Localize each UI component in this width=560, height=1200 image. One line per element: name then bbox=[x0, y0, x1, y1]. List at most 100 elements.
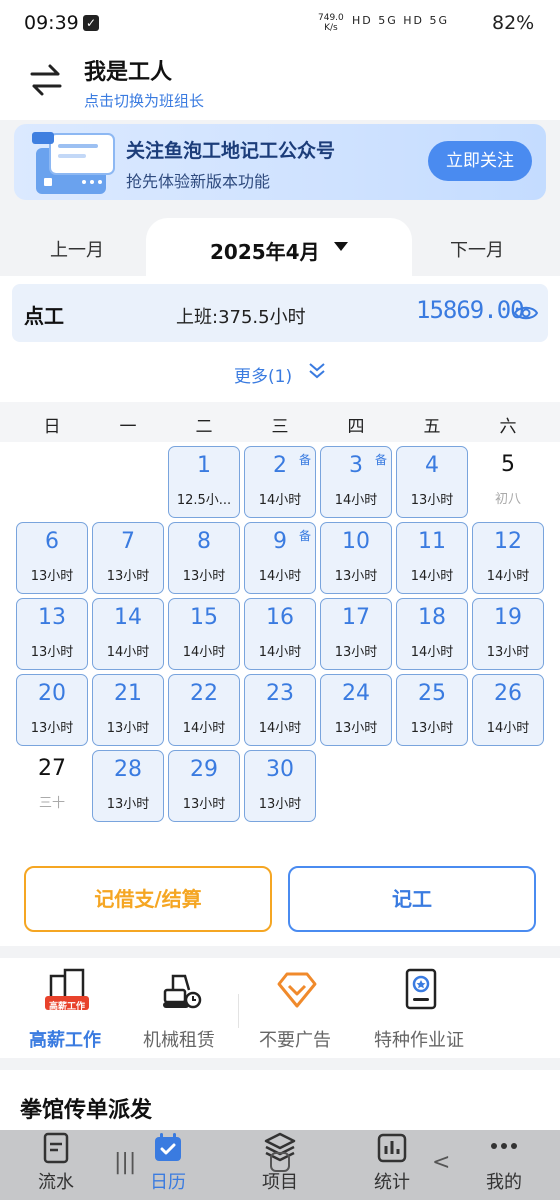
calendar-day-28[interactable]: 28 13小时 bbox=[92, 750, 164, 822]
calendar-day-3[interactable]: 3 14小时备 bbox=[320, 446, 392, 518]
day-hours: 13小时 bbox=[182, 569, 226, 584]
service-no-ads[interactable]: 不要广告 bbox=[230, 958, 360, 1058]
eye-icon[interactable] bbox=[514, 304, 538, 322]
system-back-icon[interactable]: < bbox=[432, 1150, 450, 1175]
calendar-day-12[interactable]: 12 14小时 bbox=[472, 522, 544, 594]
calendar-day-6[interactable]: 6 13小时 bbox=[16, 522, 88, 594]
job-listing[interactable]: 拳馆传单派发 bbox=[0, 1070, 560, 1130]
calendar-day-5[interactable]: 5 初八 bbox=[472, 446, 544, 518]
calendar-day-8[interactable]: 8 13小时 bbox=[168, 522, 240, 594]
summary-card[interactable]: 点工 上班:375.5小时 15869.00 bbox=[12, 284, 548, 342]
day-number: 28 bbox=[114, 757, 142, 782]
service-high-pay-jobs[interactable]: 高薪工作 高薪工作 bbox=[0, 958, 130, 1058]
day-hours: 13小时 bbox=[486, 645, 530, 660]
swap-role-icon[interactable] bbox=[26, 60, 66, 100]
day-number: 21 bbox=[114, 681, 142, 706]
calendar-day-27[interactable]: 27 三十 bbox=[16, 750, 88, 822]
day-hours: 13小时 bbox=[334, 569, 378, 584]
calendar-day-25[interactable]: 25 13小时 bbox=[396, 674, 468, 746]
app-header: 我是工人 点击切换为班组长 bbox=[0, 48, 560, 120]
note-badge: 备 bbox=[374, 453, 387, 467]
service-label: 机械租赁 bbox=[143, 1030, 215, 1051]
system-recents-icon[interactable]: ||| bbox=[114, 1150, 136, 1175]
system-home-icon[interactable] bbox=[270, 1152, 290, 1172]
calendar-day-22[interactable]: 22 14小时 bbox=[168, 674, 240, 746]
calendar-day-17[interactable]: 17 13小时 bbox=[320, 598, 392, 670]
day-hours: 14小时 bbox=[182, 645, 226, 660]
next-month-button[interactable]: 下一月 bbox=[450, 236, 504, 262]
status-bar: 09:39 ✓ 749.0 K/s HD 5G HD 5G 82% bbox=[0, 0, 560, 48]
calendar-day-11[interactable]: 11 14小时 bbox=[396, 522, 468, 594]
calendar-day-10[interactable]: 10 13小时 bbox=[320, 522, 392, 594]
follow-banner[interactable]: 关注鱼泡工地记工公众号 抢先体验新版本功能 立即关注 bbox=[14, 124, 546, 200]
calendar-day-15[interactable]: 15 14小时 bbox=[168, 598, 240, 670]
page-title: 我是工人 bbox=[84, 60, 173, 85]
day-number: 15 bbox=[190, 605, 218, 630]
work-type-label: 点工 bbox=[24, 304, 64, 328]
calendar-day-1[interactable]: 1 12.5小... bbox=[168, 446, 240, 518]
calendar-day-20[interactable]: 20 13小时 bbox=[16, 674, 88, 746]
day-number: 20 bbox=[38, 681, 66, 706]
day-number: 5 bbox=[501, 452, 515, 477]
day-number: 25 bbox=[418, 681, 446, 706]
day-number: 16 bbox=[266, 605, 294, 630]
nav-mine[interactable]: 我的 bbox=[448, 1130, 560, 1200]
current-month-tab[interactable]: 2025年4月 bbox=[146, 218, 412, 278]
service-label: 高薪工作 bbox=[29, 1030, 101, 1051]
calendar-day-14[interactable]: 14 14小时 bbox=[92, 598, 164, 670]
services-row: 高薪工作 高薪工作 机械租赁 不要广告 特种作业证 bbox=[0, 958, 560, 1058]
service-special-certificate[interactable]: 特种作业证 bbox=[354, 958, 484, 1058]
nav-ledger[interactable]: 流水 bbox=[0, 1130, 112, 1200]
calendar-icon bbox=[155, 1133, 181, 1161]
calendar-day-18[interactable]: 18 14小时 bbox=[396, 598, 468, 670]
calendar-day-9[interactable]: 9 14小时备 bbox=[244, 522, 316, 594]
calendar-day-16[interactable]: 16 14小时 bbox=[244, 598, 316, 670]
day-number: 11 bbox=[418, 529, 446, 554]
day-number: 17 bbox=[342, 605, 370, 630]
day-number: 23 bbox=[266, 681, 294, 706]
certificate-icon bbox=[405, 968, 437, 1010]
day-hours: 13小时 bbox=[258, 797, 302, 812]
calendar-day-13[interactable]: 13 13小时 bbox=[16, 598, 88, 670]
note-badge: 备 bbox=[298, 453, 311, 467]
calendar-day-23[interactable]: 23 14小时 bbox=[244, 674, 316, 746]
calendar-day-21[interactable]: 21 13小时 bbox=[92, 674, 164, 746]
day-number: 10 bbox=[342, 529, 370, 554]
calendar-day-2[interactable]: 2 14小时备 bbox=[244, 446, 316, 518]
calendar-day-4[interactable]: 4 13小时 bbox=[396, 446, 468, 518]
more-label: 更多(1) bbox=[234, 367, 293, 387]
follow-button[interactable]: 立即关注 bbox=[428, 141, 532, 181]
service-machinery-rental[interactable]: 机械租赁 bbox=[114, 958, 244, 1058]
prev-month-button[interactable]: 上一月 bbox=[50, 236, 104, 262]
settle-button[interactable]: 记借支/结算 bbox=[24, 866, 272, 932]
day-hours: 14小时 bbox=[258, 493, 302, 508]
current-month-label: 2025年4月 bbox=[210, 240, 320, 264]
more-icon bbox=[491, 1143, 517, 1149]
calendar-day-30[interactable]: 30 13小时 bbox=[244, 750, 316, 822]
nav-label: 流水 bbox=[38, 1172, 74, 1193]
calendar-day-19[interactable]: 19 13小时 bbox=[472, 598, 544, 670]
nav-label: 我的 bbox=[486, 1172, 522, 1193]
chart-icon bbox=[377, 1133, 407, 1163]
banner-title: 关注鱼泡工地记工公众号 bbox=[126, 140, 336, 162]
switch-role-link[interactable]: 点击切换为班组长 bbox=[84, 90, 204, 111]
more-toggle[interactable]: 更多(1) bbox=[234, 362, 325, 387]
diamond-icon bbox=[277, 972, 317, 1008]
day-hours: 13小时 bbox=[30, 569, 74, 584]
day-hours: 13小时 bbox=[334, 721, 378, 736]
day-hours: 13小时 bbox=[106, 721, 150, 736]
weekday-wed: 三 bbox=[271, 417, 289, 437]
weekday-header: 日 一 二 三 四 五 六 bbox=[0, 402, 560, 442]
day-hours: 14小时 bbox=[258, 569, 302, 584]
weekday-mon: 一 bbox=[119, 417, 137, 437]
day-hours: 13小时 bbox=[106, 797, 150, 812]
lunar-date: 三十 bbox=[38, 796, 65, 811]
weekday-fri: 五 bbox=[423, 417, 441, 437]
job-title: 拳馆传单派发 bbox=[20, 1098, 153, 1123]
calendar-day-26[interactable]: 26 14小时 bbox=[472, 674, 544, 746]
day-hours: 14小时 bbox=[486, 569, 530, 584]
calendar-day-24[interactable]: 24 13小时 bbox=[320, 674, 392, 746]
record-work-button[interactable]: 记工 bbox=[288, 866, 536, 932]
calendar-day-7[interactable]: 7 13小时 bbox=[92, 522, 164, 594]
calendar-day-29[interactable]: 29 13小时 bbox=[168, 750, 240, 822]
